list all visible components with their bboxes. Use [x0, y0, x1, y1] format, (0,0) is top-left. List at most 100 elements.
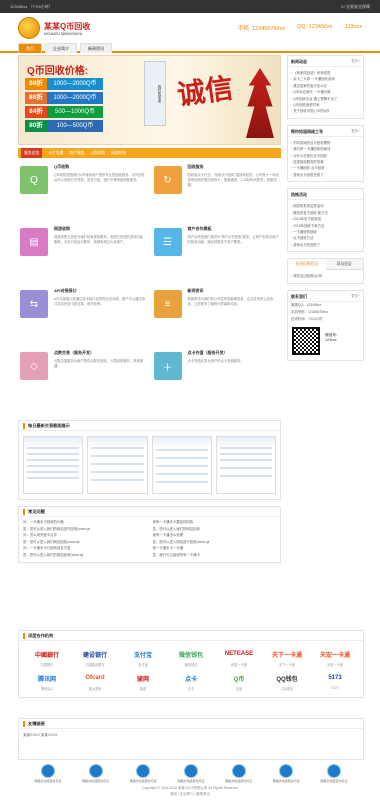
trade-screenshot[interactable]	[87, 436, 148, 494]
faq-item[interactable]: 问：一卡通手卡回收的价格	[23, 520, 147, 526]
industry-list: 不同游戏的点卡回收需知我们有一卡通回收的秘诀为什么在我们点卡回收这类回收服务的流…	[288, 137, 363, 181]
industry-more-link[interactable]: 更多+	[351, 126, 360, 136]
hot-title: 热推活动	[291, 192, 307, 198]
partner-name: 天宏一卡通	[327, 663, 343, 667]
news-item[interactable]: 关于回收中的心中的Q币	[291, 108, 360, 114]
tab-game[interactable]: 网游收购	[111, 151, 126, 156]
tab-merchant[interactable]: 商户服务	[69, 151, 84, 156]
tab-online-verify[interactable]: 在线回收验证	[288, 259, 326, 271]
partner-name: 中国银行	[40, 663, 54, 667]
license-badge-icon	[279, 764, 294, 778]
partner-name: 盛大游戏	[88, 687, 102, 691]
site-logo[interactable]: 某某Q币回收 MOUMOU QBIHUISHOU	[18, 17, 90, 39]
faq-item[interactable]: 答：您可以进入我们的网站进行回收(www.qk	[23, 527, 147, 533]
faq-item[interactable]: 我有一卡通怎么处理	[153, 533, 277, 539]
hero-banner[interactable]: Q币回收价格: 89折 1000—2000Q币 86折 1000—2000Q币 84…	[18, 55, 281, 145]
tab-url-verify[interactable]: 网址验证	[325, 259, 363, 271]
logo-subtitle: MOUMOU QBIHUISHOU	[44, 31, 83, 36]
partner-logo[interactable]: Q币 征途	[217, 671, 261, 692]
service-text: 新闻资讯 新闻资讯为我们的公司发布的新闻信息，企业发布的公告信息，让您更多了解我们…	[188, 288, 280, 346]
service-text: 点卡充值（服务开发） 点卡充值业务为用户的点卡充值服务。	[188, 350, 244, 408]
service-grid: Q Q币收购 Q币收购是指我们Q币使用商户提供专业的回收服务。Q币回收后可以多种方式…	[18, 158, 281, 414]
rate-row: 89折 1000—2000Q币	[25, 78, 103, 90]
rate-discount: 86折	[25, 92, 47, 104]
partner-logo[interactable]: 微信钱包 微信钱包	[169, 647, 213, 668]
partner-logo[interactable]: QQ钱包 QQ钱包	[265, 671, 309, 692]
service-title: 新闻资讯	[187, 288, 204, 293]
partner-name: QQ钱包	[281, 687, 293, 691]
header-phone: 手机: 123456789xx	[238, 26, 286, 32]
partners-title: 深度合作机构	[19, 631, 363, 641]
partner-logo[interactable]: Ofcard 盛大游戏	[73, 671, 117, 691]
partner-logo[interactable]: 天下一卡通 天下一卡通	[265, 647, 309, 668]
service-card[interactable]: ☰ 商户合作模板 商户合作是我们提供为“商户合作回收”服务，让商户实现对用户的回收功…	[153, 226, 280, 284]
tab-qcoin[interactable]: Q币收购	[91, 151, 105, 156]
faq-item[interactable]: 答：您可以进入网站进行回收(www.qk	[153, 540, 277, 546]
partner-logo[interactable]: 骏网 骏网	[121, 671, 165, 692]
service-desc: 网游收购业务是为我们玩家提供服务。收购已完成的游戏内装备等，业务已经运行数年，现…	[54, 235, 144, 245]
partner-logo[interactable]: 支付宝 支付宝	[121, 647, 165, 668]
license-badge[interactable]: 网络文化经营许可证	[173, 764, 209, 783]
faq-item[interactable]: 答：您可以进入我们的网站回收(www.qk	[23, 553, 147, 559]
service-icon: ☰	[153, 228, 182, 256]
hot-item[interactable]: 游戏点卡的回收了	[291, 242, 360, 248]
trade-screenshot[interactable]	[23, 436, 84, 494]
news-more-link[interactable]: 更多+	[351, 56, 360, 66]
faq-item[interactable]: 我有一卡通手卡要如何回收	[153, 520, 277, 526]
faq-item[interactable]: 问：一卡通手卡已经转到支付宝	[23, 546, 147, 552]
trade-screenshot[interactable]	[215, 436, 276, 494]
service-card[interactable]: ◇ 点数交易（服务开发） 点数交易服务为客户提供点数的回收，卡类回收服务，快速便捷。	[20, 350, 146, 408]
license-badge[interactable]: 网络文化经营许可证	[125, 764, 161, 783]
service-card[interactable]: ↻ 回收服务 回收各点卡行业、“回收点卡回收”直接帮回收，公司有十一年经营等全面完整…	[153, 164, 280, 222]
verify-block: 在线回收验证 网址验证 请在这边回收QQ号	[287, 258, 364, 284]
license-badge[interactable]: 网络文化经营许可证	[30, 764, 66, 783]
service-card[interactable]: ⇆ API对接接口 API对接接口是通过技术接口实现的业务对接，客户可以通过接口自动…	[20, 288, 146, 346]
sidebar: 新闻动态更多+ 《商家成品站》贵请说是买卡二卡券 一卡通回收游戏遇见回家的宝贝怎…	[287, 55, 364, 367]
pagoda-illustration	[246, 68, 274, 138]
partner-logo-mark: 腾讯网	[37, 676, 56, 683]
faq-item[interactable]: 卖一卡通手卡一卡通	[153, 546, 277, 552]
service-text: API对接接口 API对接接口是通过技术接口实现的业务对接，客户可以通过接口自动完…	[54, 288, 146, 346]
faq-item[interactable]: 问：怎么用充值卡点评	[23, 533, 147, 539]
service-title: 回收服务	[187, 164, 204, 169]
service-card[interactable]: ≡ 新闻资讯 新闻资讯为我们的公司发布的新闻信息，企业发布的公告信息，让您更多了解我…	[153, 288, 280, 346]
partner-logo[interactable]: 建设银行 中国建设银行	[73, 647, 117, 668]
service-card[interactable]: Q Q币收购 Q币收购是指我们Q币使用商户提供专业的回收服务。Q币回收后可以多种方式…	[20, 164, 146, 222]
license-badge[interactable]: 网络文化经营许可证	[221, 764, 257, 783]
tab-overview[interactable]: 服务总览	[21, 148, 43, 158]
service-desc: 点数交易服务为客户提供点数的回收，卡类回收服务，快速便捷。	[54, 359, 144, 369]
partner-logo[interactable]: 腾讯网 腾讯QQ	[25, 671, 69, 692]
license-badge[interactable]: 网络文化经营许可证	[316, 764, 352, 783]
faq-item[interactable]: 答：您可以进入我们的网站回收	[153, 527, 277, 533]
rate-range: 100—500Q币	[47, 120, 103, 132]
nav-home[interactable]: 首页	[18, 43, 42, 53]
partner-logo[interactable]: NETEASE 网易一卡通	[217, 647, 261, 667]
partner-logo[interactable]: 中國銀行 中国银行	[25, 647, 69, 668]
partner-logo[interactable]: 点卡 点卡	[169, 671, 213, 692]
service-icon: ◇	[20, 352, 48, 380]
service-text: 回收服务 回收各点卡行业、“回收点卡回收”直接帮回收，公司有十一年经营等全面完整的…	[188, 164, 280, 222]
contact-more-link[interactable]: 更多+	[351, 291, 360, 301]
service-card[interactable]: ▤ 网游收购 网游收购业务是为我们玩家提供服务。收购已完成的游戏内装备等，业务已经运…	[20, 226, 146, 284]
partner-logo[interactable]: 天宏一卡通 天宏一卡通	[313, 647, 357, 668]
links-row[interactable]: 某某XXXX 某某XXXX	[19, 729, 363, 742]
service-card[interactable]: ＋ 点卡充值（服务开发） 点卡充值业务为用户的点卡充值服务。	[153, 350, 280, 408]
tab-card-exchange[interactable]: 卡片兑换	[48, 151, 63, 156]
nav-about[interactable]: 企业简介	[45, 43, 77, 53]
faq-item[interactable]: 答：我们可以回收所有一卡通卡	[153, 553, 277, 559]
trade-screenshot[interactable]	[151, 436, 212, 494]
service-icon: ≡	[153, 290, 182, 318]
nav-news[interactable]: 新闻资讯	[80, 43, 112, 53]
faq-list: 问：一卡通手卡回收的价格 我有一卡通手卡要如何回收 答：您可以进入我们的网站进行回收…	[19, 517, 280, 562]
license-badge[interactable]: 网络文化经营许可证	[268, 764, 304, 783]
partner-name: 5173	[331, 686, 339, 690]
industry-item[interactable]: 游戏点卡回收完成了	[291, 172, 360, 178]
hot-list: 网游的发现这类活动微信的发卡回收 新方法2015年发卡回收啦2015年回收卡有方…	[288, 200, 363, 251]
license-badge[interactable]: 网络文化经营许可证	[78, 764, 114, 783]
footer-links[interactable]: 首页 | 企业简介 | 新闻资讯	[0, 792, 380, 798]
news-block: 新闻动态 更多+ 《商家成品站》贵请说是买卡二卡券 一卡通回收游戏遇见回家的宝贝怎…	[287, 55, 364, 119]
faq-item[interactable]: 答：您可以进入我们网站回收(www.qk	[23, 540, 147, 546]
partner-logo[interactable]: 5173 5173	[313, 671, 357, 691]
license-badge-label: 网络文化经营许可证	[225, 779, 253, 783]
service-title: Q币收购	[54, 164, 70, 169]
